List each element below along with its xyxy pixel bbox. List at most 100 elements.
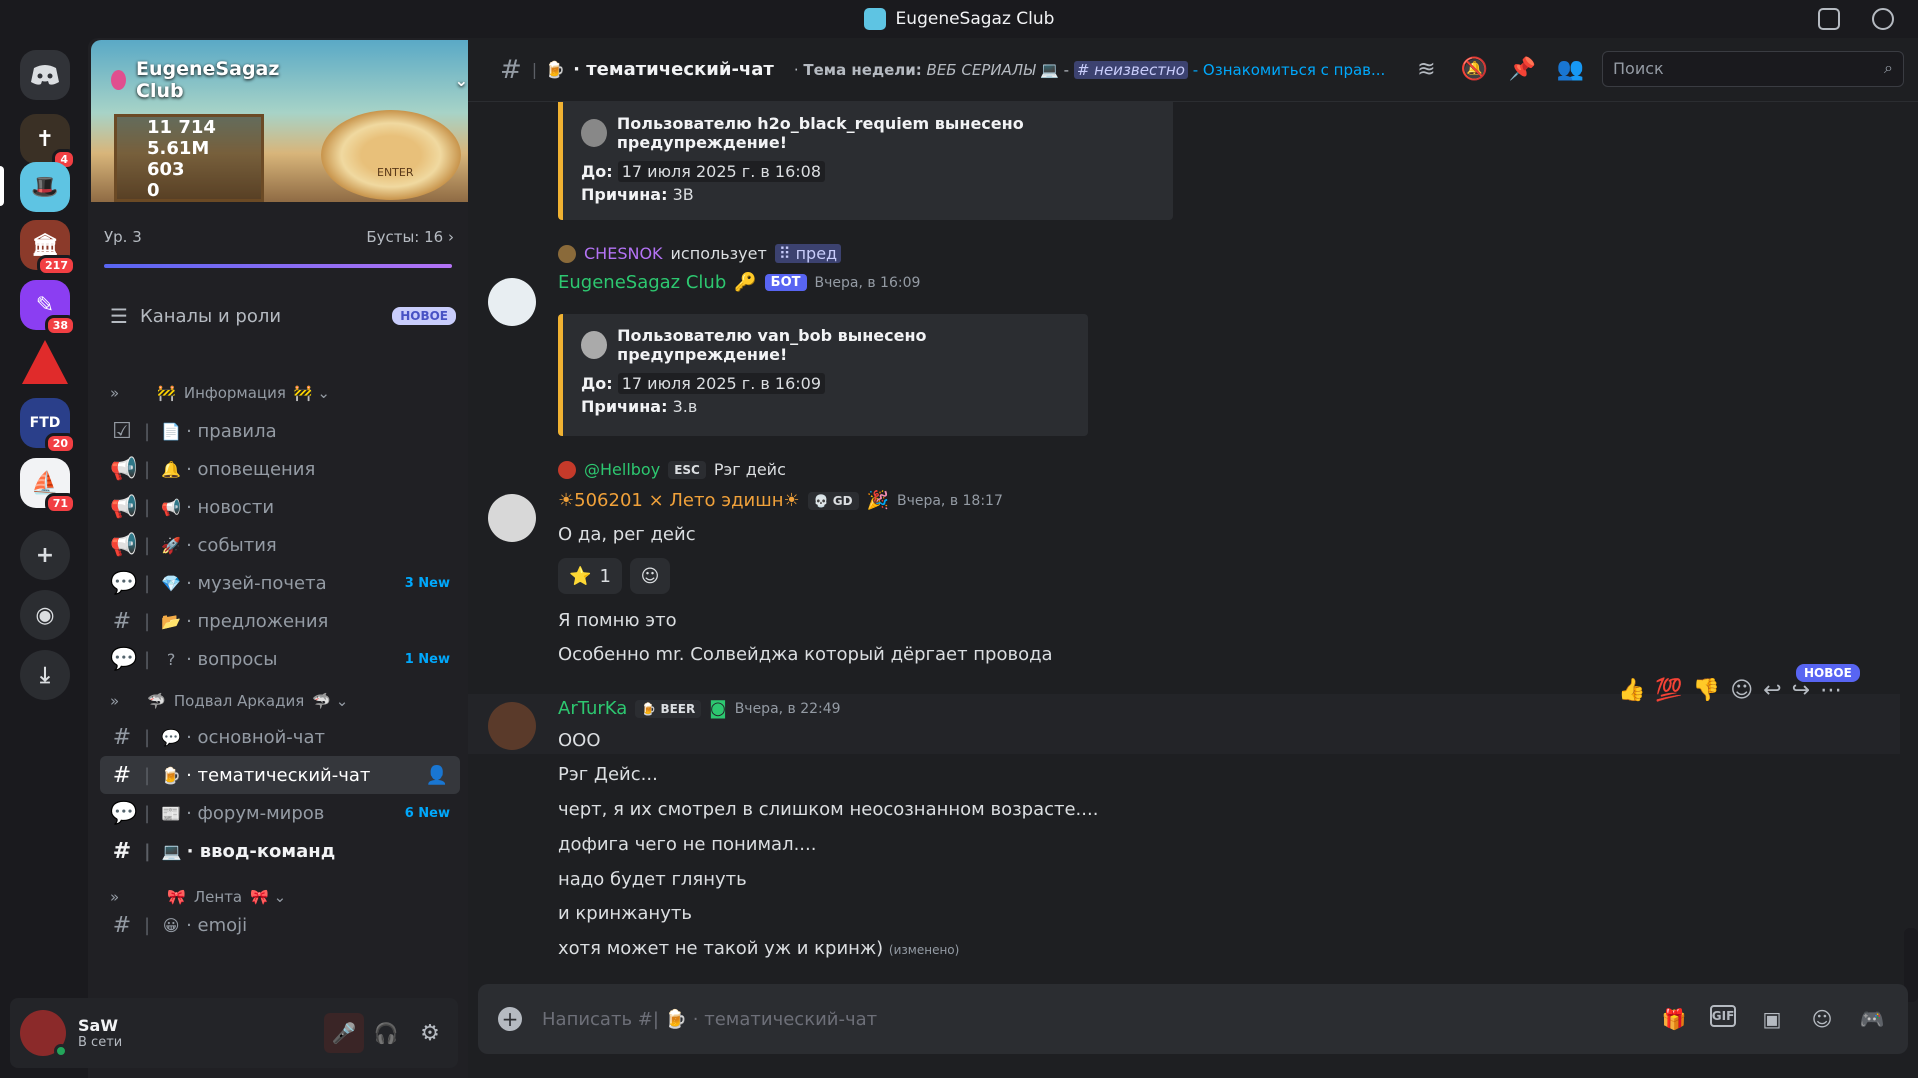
username: SaW: [78, 1016, 118, 1035]
apps-icon[interactable]: 🎮: [1858, 1005, 1886, 1033]
reply-icon[interactable]: ↩: [1763, 678, 1781, 703]
notifications-muted-icon[interactable]: 🔕: [1461, 57, 1488, 83]
author-name[interactable]: EugeneSagaz Club: [558, 272, 726, 293]
boost-level[interactable]: Ур. 3 Бусты: 16 ›: [104, 228, 454, 246]
search-input[interactable]: Поиск ⌕: [1602, 51, 1904, 87]
threads-icon[interactable]: ≋: [1413, 57, 1439, 83]
add-server-button[interactable]: +: [20, 530, 70, 580]
channel-suggestions[interactable]: # | 📂 · предложения: [100, 602, 460, 640]
channel-announcements[interactable]: 📢 | 🔔 · оповещения: [100, 450, 460, 488]
member-list-icon[interactable]: 👥: [1557, 57, 1584, 83]
channel-rules[interactable]: ☑ | 📄 · правила: [100, 412, 460, 450]
gift-icon[interactable]: 🎁: [1660, 1005, 1688, 1033]
message-text: черт, я их смотрел в слишком неосознанно…: [558, 799, 1099, 820]
author-name[interactable]: ArTurKa: [558, 698, 627, 719]
channel-emoji[interactable]: # | 😀 · emoji: [100, 914, 460, 936]
gif-icon[interactable]: GIF: [1710, 1005, 1736, 1027]
add-reaction-icon[interactable]: ☺: [1730, 678, 1753, 703]
scrollbar[interactable]: [1900, 102, 1918, 1020]
hash-icon: #: [112, 762, 132, 788]
check-icon: ☑: [112, 418, 132, 444]
server-icon[interactable]: FTD 20: [20, 398, 76, 454]
category-info[interactable]: » 🚧 Информация 🚧 ⌄: [110, 384, 330, 402]
server-icon[interactable]: ✎ 38: [20, 280, 76, 336]
server-icon[interactable]: ✝ 4: [20, 114, 76, 170]
message-text: Я помню это: [558, 610, 677, 631]
search-icon: ⌕: [1884, 58, 1893, 77]
channel-thematic-chat[interactable]: # | 🍺 · тематический-чат 👤: [100, 756, 460, 794]
mention-badge: 20: [44, 433, 76, 454]
channel-main-chat[interactable]: # | 💬 · основной-чат: [100, 718, 460, 756]
sticker-icon[interactable]: ▣: [1758, 1005, 1786, 1033]
channel-commands[interactable]: # | 💻 · ввод-команд: [100, 832, 460, 870]
bot-avatar[interactable]: [488, 278, 536, 326]
thumbs-down-icon[interactable]: 👎: [1693, 678, 1720, 703]
help-icon[interactable]: [1872, 8, 1894, 30]
edited-label: (изменено): [888, 943, 960, 957]
megaphone-icon: 📢: [110, 532, 138, 558]
user-avatar[interactable]: [488, 702, 536, 750]
category-feed[interactable]: » 🎀 Лента 🎀 ⌄: [110, 888, 286, 906]
explore-icon[interactable]: ◉: [20, 590, 70, 640]
camera-icon: ◙: [709, 698, 727, 719]
hundred-icon[interactable]: 💯: [1655, 678, 1682, 703]
user-status: В сети: [78, 1035, 123, 1050]
add-member-icon[interactable]: 👤: [426, 765, 448, 786]
headphones-icon[interactable]: 🎧: [364, 1013, 408, 1053]
emoji-icon[interactable]: ☺: [1808, 1005, 1836, 1033]
message-composer[interactable]: + Написать #| 🍺 · тематический-чат 🎁 GIF…: [478, 984, 1908, 1054]
user-avatar[interactable]: [488, 494, 536, 542]
server-icon[interactable]: [20, 338, 70, 388]
channel-forum-worlds[interactable]: 💬 | 📰 · форум-миров 6 New: [100, 794, 460, 832]
channel-news[interactable]: 📢 | 📢 · новости: [100, 488, 460, 526]
slash-command[interactable]: ⠿ пред: [774, 244, 842, 263]
megaphone-icon: 📢: [110, 494, 138, 520]
channel-events[interactable]: 📢 | 🚀 · события: [100, 526, 460, 564]
server-icon[interactable]: ⛵ 71: [20, 458, 76, 514]
author-name[interactable]: ☀506201 × Лето эдишн☀: [558, 490, 800, 511]
user-avatar[interactable]: [20, 1010, 68, 1058]
stat-voice: 0: [147, 180, 160, 201]
reaction-star[interactable]: ⭐ 1: [558, 558, 622, 594]
add-reaction-icon[interactable]: ☺: [630, 558, 670, 594]
bot-tag: БОТ: [764, 274, 807, 291]
server-banner[interactable]: EugeneSagaz Club ⌄ 11 714 5.61M 603 0 EN…: [91, 40, 468, 202]
home-button[interactable]: [20, 50, 70, 100]
avatar: [581, 331, 608, 359]
pin-icon[interactable]: 📌: [1509, 57, 1536, 83]
upload-plus-icon[interactable]: +: [498, 1007, 522, 1031]
boost-progress-bar: [104, 264, 452, 268]
thumbs-up-icon[interactable]: 👍: [1618, 678, 1645, 703]
inbox-icon[interactable]: [1818, 8, 1840, 30]
channel-questions[interactable]: 💬 |? · вопросы 1 New: [100, 640, 460, 678]
message-text: и кринжануть: [558, 903, 692, 924]
settings-gear-icon[interactable]: ⚙: [408, 1013, 452, 1053]
server-logo-icon: [863, 8, 886, 30]
server-icon[interactable]: 🏛 217: [20, 220, 76, 276]
server-icon-selected[interactable]: 🎩: [20, 162, 70, 212]
user-info[interactable]: SaW В сети: [78, 1016, 122, 1050]
mention-badge: 38: [44, 315, 76, 336]
channels-and-roles[interactable]: ☰ Каналы и роли НОВОЕ: [110, 304, 456, 328]
message-text: Особенно mr. Солвейджа который дёргает п…: [558, 644, 1053, 665]
chat-main: # | 🍺 · тематический-чат · Тема недели: …: [468, 38, 1918, 1078]
channel-museum[interactable]: 💬 | 💎 · музей-почета 3 New: [100, 564, 460, 602]
channel-topic[interactable]: · Тема недели: ВЕБ СЕРИАЛЫ 💻 - # неизвес…: [794, 60, 1385, 79]
category-basement[interactable]: » 🦈 Подвал Аркадия 🦈 ⌄: [110, 692, 348, 710]
warning-embed: Пользователю van_bob вынесено предупрежд…: [558, 314, 1088, 436]
hash-icon: #: [112, 724, 132, 750]
mention-badge: 217: [37, 255, 76, 276]
message-input[interactable]: Написать #| 🍺 · тематический-чат: [542, 1009, 877, 1030]
download-icon[interactable]: ⤓: [20, 650, 70, 700]
server-name[interactable]: EugeneSagaz Club ⌄: [111, 58, 468, 102]
hash-icon: #: [112, 914, 132, 936]
chevron-down-icon: ⌄: [454, 70, 468, 90]
mute-mic-icon[interactable]: 🎤: [324, 1013, 364, 1053]
timestamp: Вчера, в 16:09: [814, 274, 921, 291]
message-text: ООО: [558, 730, 601, 751]
stat-members: 11 714: [147, 117, 216, 138]
reply-preview[interactable]: @Hellboy ESC Рэг дейс: [558, 460, 786, 479]
level-label: Ур. 3: [104, 228, 142, 246]
reply-preview[interactable]: CHESNOK использует ⠿ пред: [558, 244, 842, 263]
server-badge-icon: [111, 70, 127, 90]
